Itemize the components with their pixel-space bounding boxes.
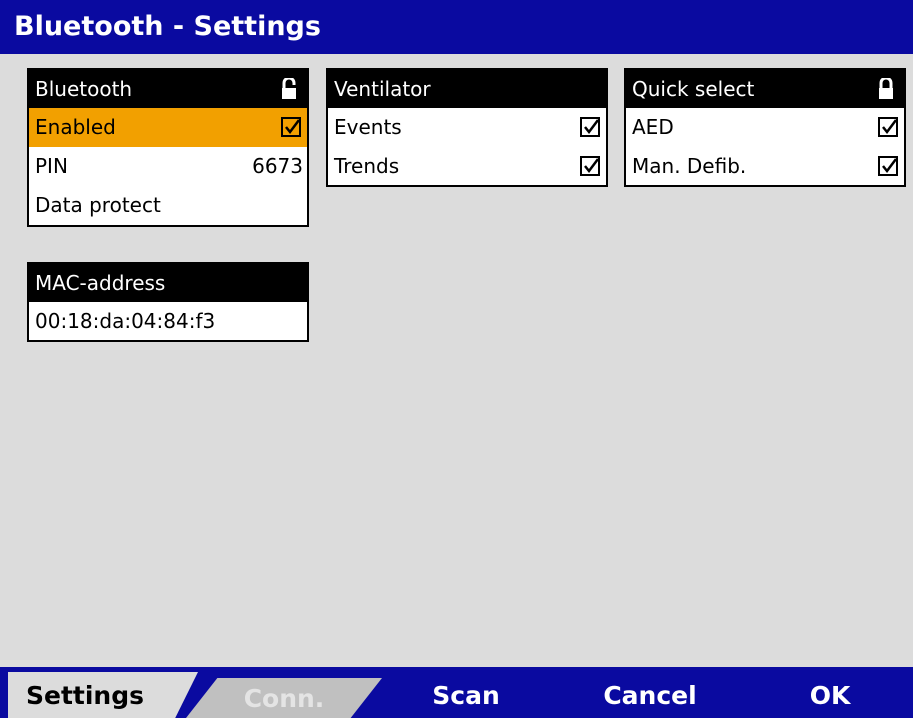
aed-row[interactable]: AED [626,108,904,147]
scan-button[interactable]: Scan [400,672,532,718]
ok-button[interactable]: OK [780,672,880,718]
quick-select-panel: Quick select AED Man. Defib. [624,68,906,187]
mac-address-row: 00:18:da:04:84:f3 [29,302,307,341]
data-protect-label: Data protect [35,193,161,217]
events-checkbox[interactable] [580,117,600,137]
aed-label: AED [632,115,674,139]
pin-value: 6673 [252,154,303,178]
events-row[interactable]: Events [328,108,606,147]
checkmark-icon [584,119,599,135]
trends-label: Trends [334,154,400,178]
bluetooth-panel-header: Bluetooth [29,70,307,108]
mac-address-panel: MAC-address 00:18:da:04:84:f3 [27,262,309,342]
lock-icon [879,78,893,99]
data-protect-row[interactable]: Data protect [29,186,307,225]
checkmark-icon [584,158,599,174]
mac-address-panel-header: MAC-address [29,264,307,302]
man-defib-row[interactable]: Man. Defib. [626,147,904,186]
cancel-button[interactable]: Cancel [580,672,720,718]
trends-checkbox[interactable] [580,156,600,176]
checkmark-icon [882,158,897,174]
man-defib-label: Man. Defib. [632,154,747,178]
quick-select-panel-title: Quick select [632,77,755,101]
tab-settings[interactable]: Settings [8,672,198,718]
bluetooth-enabled-row[interactable]: Enabled [29,108,307,147]
bluetooth-enabled-label: Enabled [35,115,116,139]
man-defib-checkbox[interactable] [878,156,898,176]
mac-address-panel-title: MAC-address [35,271,166,295]
events-label: Events [334,115,402,139]
quick-select-panel-header: Quick select [626,70,904,108]
softkey-bar: Conn. Settings Scan Cancel OK [0,672,913,718]
pin-label: PIN [35,154,68,178]
checkmark-icon [882,119,897,135]
bluetooth-panel: Bluetooth Enabled PIN 6673 Data protect [27,68,309,227]
aed-checkbox[interactable] [878,117,898,137]
tab-conn[interactable]: Conn. [186,678,382,718]
mac-address-value: 00:18:da:04:84:f3 [35,309,216,333]
bluetooth-pin-row[interactable]: PIN 6673 [29,147,307,186]
bluetooth-panel-title: Bluetooth [35,77,133,101]
ventilator-panel-title: Ventilator [334,77,431,101]
bluetooth-enabled-checkbox[interactable] [281,117,301,137]
ventilator-panel: Ventilator Events Trends [326,68,608,187]
window-title: Bluetooth - Settings [0,0,913,54]
checkmark-icon [285,119,300,135]
ventilator-panel-header: Ventilator [328,70,606,108]
trends-row[interactable]: Trends [328,147,606,186]
lock-icon [282,78,296,99]
